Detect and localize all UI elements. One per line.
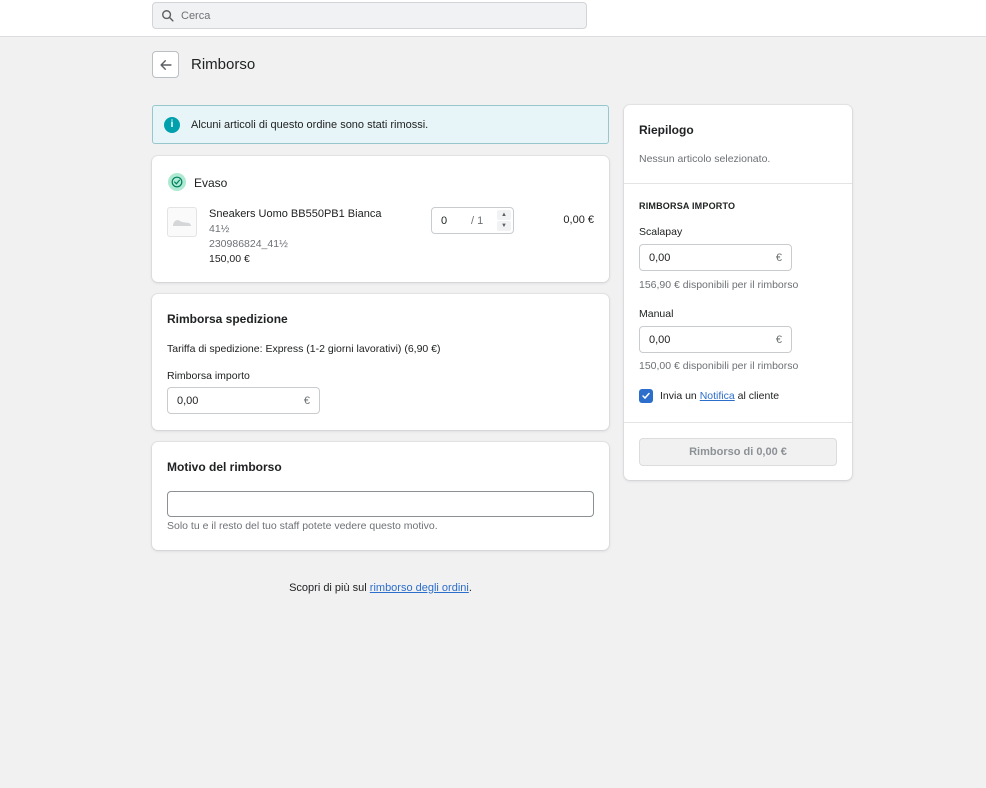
refund-amount-section-title: RIMBORSA IMPORTO — [639, 201, 736, 211]
notification-link[interactable]: Notifica — [700, 390, 735, 402]
quantity-value[interactable]: 0 — [441, 215, 463, 227]
product-sku: 230986824_41½ — [209, 238, 288, 250]
notify-suffix: al cliente — [734, 390, 780, 402]
shipping-amount-label: Rimborsa importo — [167, 370, 250, 382]
product-thumbnail — [167, 207, 197, 237]
increment-button[interactable]: ▲ — [497, 210, 511, 220]
sneaker-image-icon — [173, 220, 191, 226]
fulfilled-card: Evaso Sneakers Uomo BB550PB1 Bianca 41½ … — [152, 156, 609, 282]
footer-suffix: . — [468, 582, 472, 594]
summary-card: Riepilogo Nessun articolo selezionato. R… — [624, 105, 852, 480]
top-bar — [0, 0, 986, 37]
reason-title: Motivo del rimborso — [167, 460, 282, 474]
divider — [624, 422, 852, 423]
manual-amount-input[interactable]: 0,00 € — [639, 326, 792, 353]
search-bar[interactable] — [152, 2, 587, 29]
item-total: 0,00 € — [563, 214, 594, 226]
notify-prefix: Invia un — [660, 390, 700, 402]
refund-reason-card: Motivo del rimborso Solo tu e il resto d… — [152, 442, 609, 550]
summary-title: Riepilogo — [639, 123, 694, 137]
fulfilled-status: Evaso — [194, 176, 228, 190]
page-title: Rimborso — [191, 56, 256, 73]
reason-input[interactable] — [167, 491, 594, 517]
refund-help-link[interactable]: rimborso degli ordini — [370, 582, 469, 594]
arrow-left-icon — [159, 59, 172, 70]
shipping-refund-card: Rimborsa spedizione Tariffa di spedizion… — [152, 294, 609, 430]
summary-empty-text: Nessun articolo selezionato. — [639, 153, 771, 165]
notify-checkbox[interactable] — [639, 389, 653, 403]
reason-help-text: Solo tu e il resto del tuo staff potete … — [167, 520, 438, 532]
scalapay-amount-input[interactable]: 0,00 € — [639, 244, 792, 271]
decrement-button[interactable]: ▼ — [497, 221, 511, 231]
info-banner: i Alcuni articoli di questo ordine sono … — [152, 105, 609, 144]
footer-help: Scopri di più sul rimborso degli ordini. — [152, 582, 609, 594]
refund-button[interactable]: Rimborso di 0,00 € — [639, 438, 837, 466]
payment-method-name: Manual — [639, 308, 674, 320]
check-circle-icon — [168, 173, 186, 191]
quantity-stepper[interactable]: 0 / 1 ▲ ▼ — [431, 207, 514, 234]
notify-customer-row: Invia un Notifica al cliente — [639, 389, 779, 403]
currency-symbol: € — [775, 251, 782, 264]
payment-method-name: Scalapay — [639, 226, 683, 238]
info-icon: i — [164, 116, 180, 133]
scalapay-available: 156,90 € disponibili per il rimborso — [639, 279, 799, 291]
shipping-title: Rimborsa spedizione — [167, 312, 288, 326]
product-name[interactable]: Sneakers Uomo BB550PB1 Bianca — [209, 208, 381, 220]
currency-symbol: € — [775, 333, 782, 346]
shipping-amount-value[interactable]: 0,00 — [177, 395, 198, 407]
product-variant: 41½ — [209, 223, 230, 235]
back-button[interactable] — [152, 51, 179, 78]
search-input[interactable] — [181, 9, 561, 22]
manual-available: 150,00 € disponibili per il rimborso — [639, 360, 799, 372]
footer-prefix: Scopri di più sul — [289, 582, 370, 594]
shipping-rate: Tariffa di spedizione: Express (1-2 gior… — [167, 343, 441, 355]
product-price: 150,00 € — [209, 253, 250, 265]
quantity-max: / 1 — [471, 214, 484, 227]
currency-symbol: € — [303, 394, 310, 407]
search-icon — [162, 9, 174, 22]
manual-amount-value[interactable]: 0,00 — [649, 334, 670, 346]
scalapay-amount-value[interactable]: 0,00 — [649, 252, 670, 264]
divider — [624, 183, 852, 184]
shipping-amount-input[interactable]: 0,00 € — [167, 387, 320, 414]
banner-text: Alcuni articoli di questo ordine sono st… — [191, 118, 429, 131]
checkmark-icon — [642, 392, 650, 400]
